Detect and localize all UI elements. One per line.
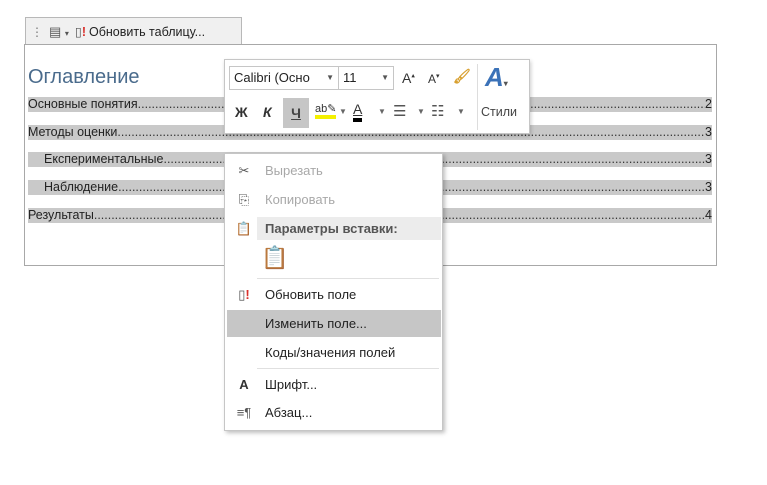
- menu-separator: [257, 368, 439, 369]
- divider: [477, 64, 478, 130]
- mini-toolbar: Calibri (Осно ▼ 11 ▼ A▴ A▾ 🖌 A▾ Стили Ж К …: [224, 59, 530, 134]
- chevron-down-icon[interactable]: ▼: [417, 107, 425, 116]
- toc-page-number: 3: [705, 152, 712, 166]
- menu-label: Копировать: [265, 192, 335, 207]
- update-table-label: Обновить таблицу...: [88, 24, 206, 39]
- font-size-value: 11: [343, 70, 357, 85]
- menu-item-edit-field[interactable]: Изменить поле...: [227, 310, 441, 337]
- paste-keep-formatting-icon[interactable]: 📋: [261, 245, 288, 271]
- menu-label: Параметры вставки:: [265, 221, 398, 236]
- chevron-down-icon[interactable]: ▼: [339, 107, 347, 116]
- font-icon: A: [239, 377, 249, 392]
- update-field-icon: ▯!: [238, 287, 250, 302]
- menu-label: Вырезать: [265, 163, 323, 178]
- context-menu: ✂ Вырезать ⎘ Копировать 📋 Параметры вставки…: [224, 153, 443, 431]
- field-toolbar-tab: ⋮ ▤ ▾ ▯! Обновить таблицу...: [25, 17, 242, 45]
- toc-title: Оглавление: [28, 66, 140, 88]
- menu-item-update-field[interactable]: ▯! Обновить поле: [227, 281, 441, 308]
- menu-label: Изменить поле...: [265, 316, 367, 331]
- toc-page-number: 3: [705, 125, 712, 139]
- underline-button[interactable]: Ч: [283, 98, 309, 128]
- scissors-icon: ✂: [238, 163, 250, 178]
- toc-page-number: 3: [705, 180, 712, 194]
- chevron-down-icon: ▼: [326, 73, 334, 82]
- numbering-icon[interactable]: ☷: [431, 102, 444, 120]
- font-name-select[interactable]: Calibri (Осно ▼: [229, 66, 339, 90]
- bullets-icon[interactable]: ☰: [393, 102, 406, 120]
- document-menu-icon[interactable]: ▤ ▾: [49, 24, 69, 40]
- chevron-down-icon[interactable]: ▼: [378, 107, 386, 116]
- shrink-font-icon[interactable]: A▾: [428, 72, 440, 86]
- toc-entry-text: Основные понятия: [28, 97, 138, 111]
- toc-page-number: 4: [705, 208, 712, 222]
- font-color-icon[interactable]: A: [353, 100, 363, 122]
- styles-label[interactable]: Стили: [481, 105, 517, 119]
- paragraph-icon: ≡¶: [236, 405, 252, 420]
- toc-entry-text: Експериментальные: [44, 152, 164, 166]
- italic-button[interactable]: К: [263, 104, 272, 120]
- toc-page-number: 2: [705, 97, 712, 111]
- chevron-down-icon: ▼: [381, 73, 389, 82]
- menu-item-copy[interactable]: ⎘ Копировать: [227, 186, 441, 213]
- paste-options-header: 📋 Параметры вставки:: [227, 215, 441, 242]
- menu-item-font[interactable]: A Шрифт...: [227, 371, 441, 398]
- grip-icon[interactable]: ⋮: [31, 25, 43, 39]
- chevron-down-icon[interactable]: ▼: [457, 107, 465, 116]
- menu-item-cut[interactable]: ✂ Вырезать: [227, 157, 441, 184]
- toc-entry-text: Методы оценки: [28, 125, 118, 139]
- grow-font-icon[interactable]: A▴: [402, 70, 415, 86]
- menu-label: Шрифт...: [265, 377, 318, 392]
- clipboard-icon: 📋: [235, 221, 253, 236]
- copy-icon: ⎘: [238, 192, 250, 207]
- toc-entry-text: Результаты: [28, 208, 94, 222]
- update-table-button[interactable]: ▯! Обновить таблицу...: [74, 24, 206, 40]
- menu-label: Коды/значения полей: [265, 345, 396, 360]
- bold-button[interactable]: Ж: [235, 104, 248, 120]
- font-name-value: Calibri (Осно: [234, 70, 310, 85]
- styles-icon[interactable]: A▾: [485, 62, 508, 93]
- menu-item-toggle-field-codes[interactable]: Коды/значения полей: [227, 339, 441, 366]
- menu-label: Обновить поле: [265, 287, 357, 302]
- font-size-select[interactable]: 11 ▼: [338, 66, 394, 90]
- menu-separator: [257, 278, 439, 279]
- update-field-icon: ▯!: [74, 25, 86, 39]
- menu-item-paragraph[interactable]: ≡¶ Абзац...: [227, 399, 441, 426]
- format-painter-icon[interactable]: 🖌: [453, 68, 471, 85]
- toc-entry-text: Наблюдение: [44, 180, 119, 194]
- highlight-icon[interactable]: ab✎: [315, 102, 337, 119]
- menu-label: Абзац...: [265, 405, 313, 420]
